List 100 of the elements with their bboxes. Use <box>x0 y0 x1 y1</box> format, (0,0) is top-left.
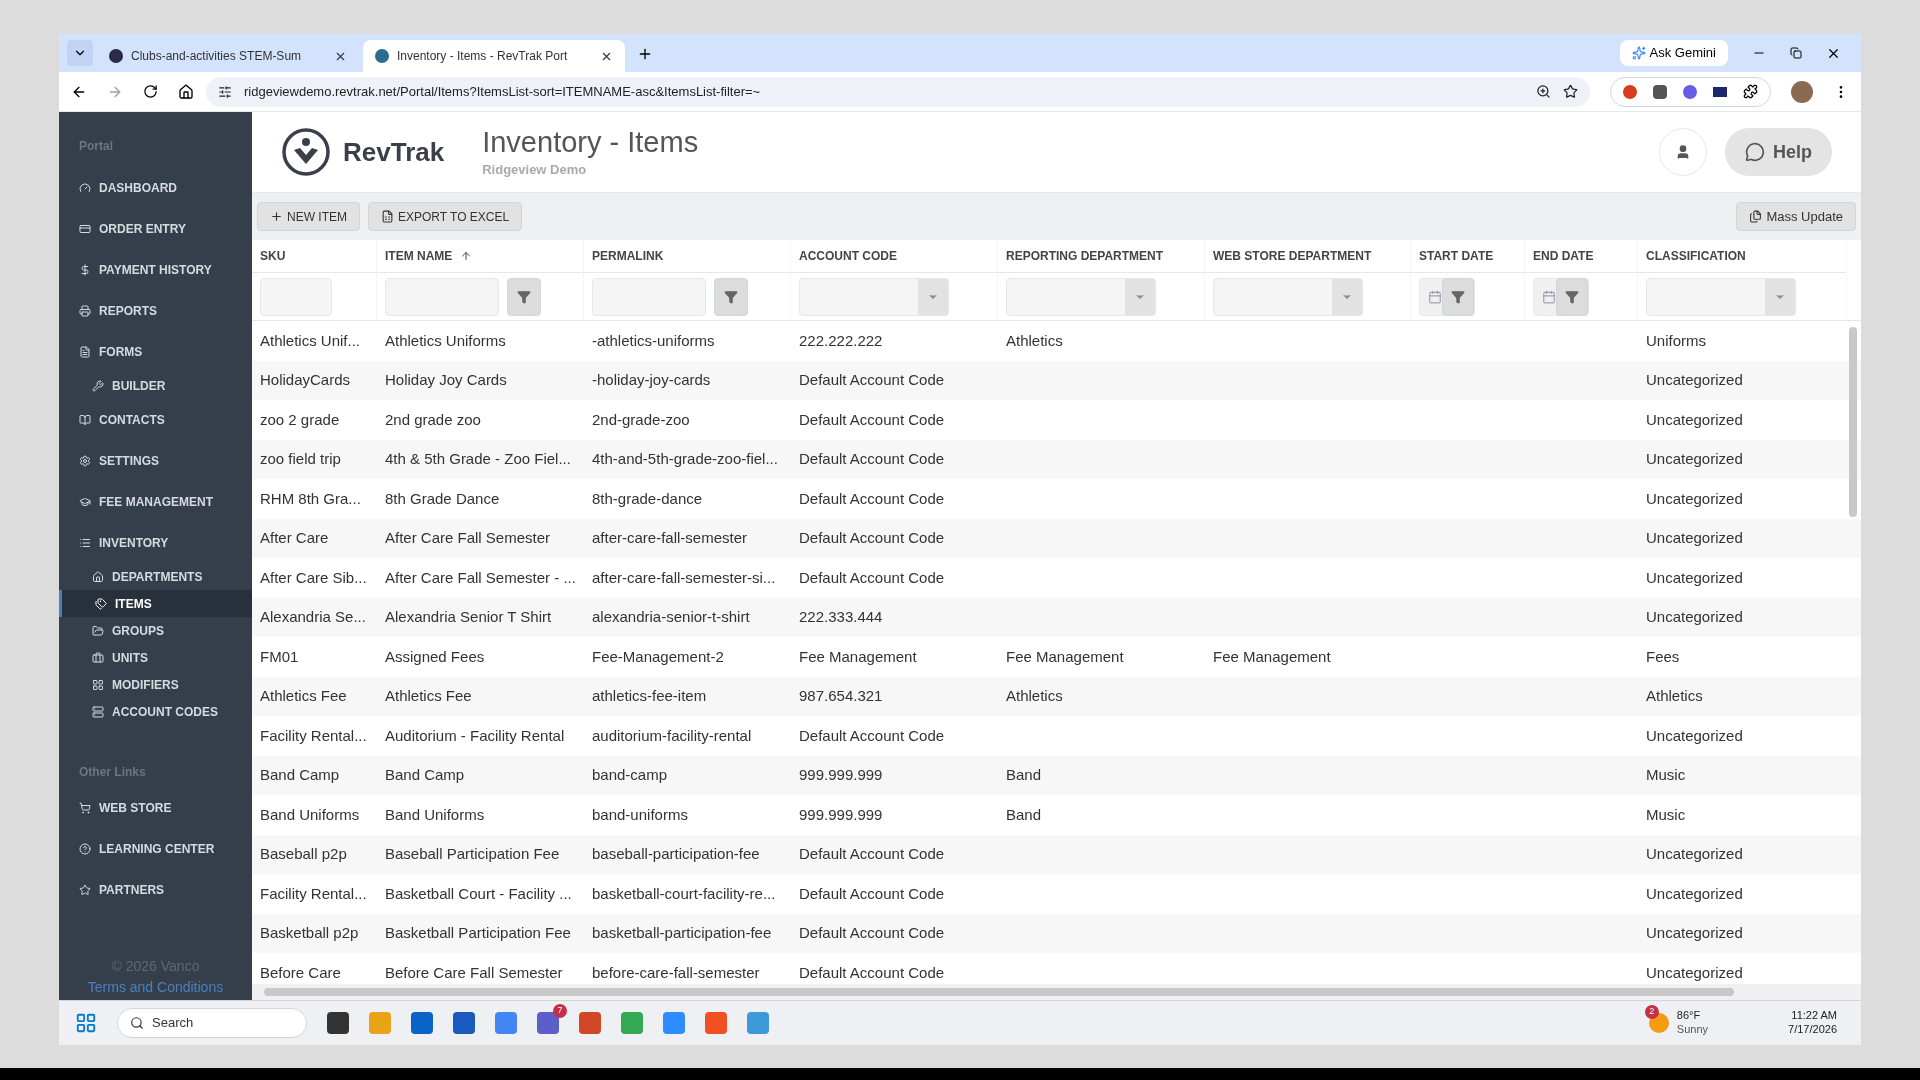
spreadsheet-icon <box>381 210 394 223</box>
graduation-cap-icon <box>79 495 91 508</box>
table-cell-text: Band Uniforms <box>260 804 360 825</box>
sidebar-item[interactable]: DASHBOARD <box>59 167 252 208</box>
home-icon[interactable] <box>178 83 194 100</box>
search-icon <box>130 1016 144 1030</box>
table-cell-text: basketball-court-facility-re... <box>592 883 776 904</box>
zoom-icon[interactable] <box>1536 84 1551 99</box>
export-button[interactable]: EXPORT TO EXCEL <box>368 202 523 231</box>
sidebar-item[interactable]: SETTINGS <box>59 440 252 481</box>
sidebar-item[interactable]: ITEMS <box>59 590 252 617</box>
filter-field[interactable] <box>385 277 499 316</box>
taskbar-app-icon[interactable] <box>327 1012 349 1034</box>
sidebar-item[interactable]: FORMS <box>59 331 252 372</box>
restore-icon[interactable] <box>1790 47 1802 59</box>
column-header[interactable]: REPORTING DEPARTMENT <box>1006 247 1164 265</box>
table-cell-text: Alexandria Se... <box>260 607 366 627</box>
taskbar-app-icon[interactable] <box>411 1012 433 1034</box>
sort-arrow-icon <box>460 250 473 262</box>
new-item-button[interactable]: NEW ITEM <box>257 202 360 231</box>
sidebar-item[interactable]: REPORTS <box>59 290 252 331</box>
table-cell-text: zoo field trip <box>260 449 341 469</box>
sidebar-item[interactable]: UNITS <box>59 644 252 671</box>
table-cell-text: Band <box>1006 765 1042 785</box>
table-cell-text: Uncategorized <box>1646 962 1743 983</box>
start-icon[interactable] <box>75 1012 97 1034</box>
table-cell-text: Athletics Fee <box>385 686 472 706</box>
column-header[interactable]: WEB STORE DEPARTMENT <box>1213 247 1372 265</box>
sidebar-item[interactable]: PARTNERS <box>59 869 252 910</box>
extension-icon[interactable] <box>1653 84 1667 99</box>
sidebar-item[interactable]: CONTACTS <box>59 399 252 440</box>
table-cell-text: Baseball p2p <box>260 844 347 864</box>
column-header[interactable]: ITEM NAME <box>385 247 473 265</box>
column-header[interactable]: START DATE <box>1419 247 1494 265</box>
browser-tab[interactable]: Clubs-and-activities STEM-Sum <box>97 40 359 72</box>
filter-icon <box>1451 289 1465 304</box>
table-cell-text: athletics-fee-item <box>592 686 707 706</box>
taskbar-app-icon[interactable] <box>453 1012 475 1034</box>
column-header[interactable]: CLASSIFICATION <box>1646 247 1746 265</box>
profile-avatar[interactable] <box>1791 80 1813 103</box>
table-cell-text: RHM 8th Gra... <box>260 488 361 509</box>
table-cell-text: 2nd grade zoo <box>385 409 481 430</box>
bookmark-star-icon[interactable] <box>1563 84 1578 99</box>
filter-button[interactable] <box>1442 277 1474 316</box>
tab-list-button[interactable] <box>67 40 93 66</box>
table-cell-text: 222.222.222 <box>799 330 883 351</box>
dollar-icon <box>79 263 91 276</box>
table-cell-text: Uncategorized <box>1646 409 1743 430</box>
table-cell-text: Before Care Fall Semester <box>385 962 563 983</box>
filter-field[interactable] <box>260 277 332 316</box>
table-cell-text: Athletics <box>1646 686 1703 706</box>
settings-icon <box>79 454 91 467</box>
column-header[interactable]: ACCOUNT CODE <box>799 247 897 265</box>
taskbar-app-icon[interactable] <box>579 1012 601 1034</box>
table-cell-text: Uncategorized <box>1646 883 1743 904</box>
table-cell-text: Default Account Code <box>799 449 945 469</box>
table-cell-text: Default Account Code <box>799 923 945 943</box>
extension-icon[interactable] <box>1713 86 1727 97</box>
reload-icon[interactable] <box>143 84 158 99</box>
filter-button[interactable] <box>1556 277 1588 316</box>
sidebar-item[interactable]: BUILDER <box>59 372 252 399</box>
sidebar-item[interactable]: ACCOUNT CODES <box>59 698 252 725</box>
mass-update-button[interactable]: Mass Update <box>1736 202 1856 231</box>
sidebar-item[interactable]: LEARNING CENTER <box>59 828 252 869</box>
column-header[interactable]: SKU <box>260 247 286 265</box>
column-header[interactable]: END DATE <box>1533 247 1594 265</box>
table-cell-text: 987.654.321 <box>799 686 883 706</box>
table-cell-text: After Care Sib... <box>260 567 367 588</box>
table-cell-text: Facility Rental... <box>260 725 367 746</box>
sidebar-item[interactable]: ORDER ENTRY <box>59 208 252 249</box>
column-header[interactable]: PERMALINK <box>592 247 664 265</box>
browser-tab[interactable]: Inventory - Items - RevTrak Port <box>363 40 625 72</box>
table-cell-text: Before Care <box>260 962 341 983</box>
help-button[interactable]: Help <box>1725 128 1832 176</box>
sidebar-item[interactable]: DEPARTMENTS <box>59 563 252 590</box>
puzzle-icon[interactable] <box>1743 84 1758 99</box>
sidebar-item[interactable]: INVENTORY <box>59 522 252 563</box>
sidebar-item[interactable]: PAYMENT HISTORY <box>59 249 252 290</box>
table-cell-text: Alexandria Senior T Shirt <box>385 607 552 627</box>
site-settings-icon[interactable] <box>218 84 232 99</box>
table-cell-text: Baseball Participation Fee <box>385 844 560 864</box>
table-cell-text: Fee Management <box>1006 646 1124 667</box>
briefcase-icon <box>92 651 104 664</box>
notification-badge: 7 <box>553 1004 567 1018</box>
table-cell-text: 8th Grade Dance <box>385 488 500 509</box>
new-tab-icon[interactable] <box>637 46 653 62</box>
cart-icon <box>79 801 91 814</box>
table-cell-text: Default Account Code <box>799 567 945 588</box>
book-icon <box>79 413 91 426</box>
filter-button[interactable] <box>507 277 541 316</box>
sidebar-item[interactable]: MODIFIERS <box>59 671 252 698</box>
filter-field[interactable] <box>592 277 706 316</box>
table-cell-text: Athletics Uniforms <box>385 330 506 351</box>
filter-button[interactable] <box>714 277 748 316</box>
sidebar-item[interactable]: GROUPS <box>59 617 252 644</box>
table-cell-text: Uncategorized <box>1646 370 1743 390</box>
sidebar-item[interactable]: WEB STORE <box>59 787 252 828</box>
sidebar-item[interactable]: FEE MANAGEMENT <box>59 481 252 522</box>
taskbar-search-field[interactable]: Search <box>117 1008 307 1038</box>
gemini-button[interactable]: Ask Gemini <box>1619 40 1728 66</box>
